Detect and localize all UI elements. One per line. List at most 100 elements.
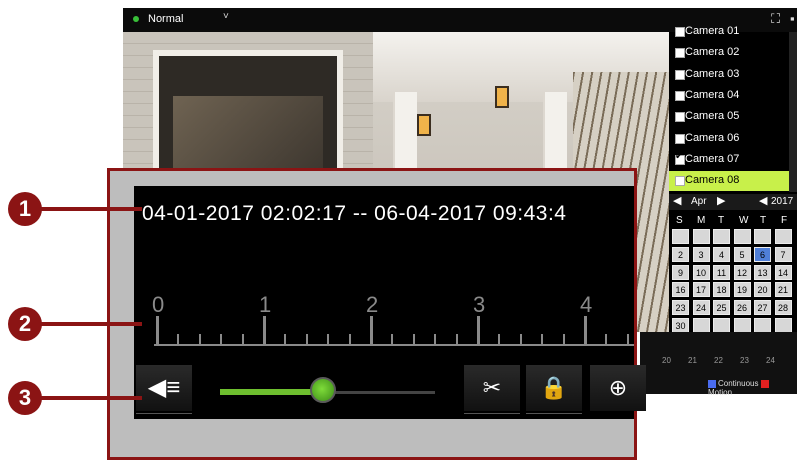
calendar-header: ◀ Apr ▶ ◀ 2017 — [669, 194, 797, 210]
calendar-day[interactable] — [692, 318, 710, 333]
porch-lantern — [495, 86, 509, 108]
camera-checkbox[interactable] — [675, 112, 685, 123]
ruler-major-tick — [156, 316, 159, 346]
camera-list-item[interactable]: Camera 05 — [669, 107, 789, 127]
camera-list-scrollbar[interactable] — [789, 32, 797, 192]
calendar-day[interactable]: 19 — [733, 282, 751, 298]
lock-file-icon[interactable]: 🔒 — [526, 365, 582, 411]
calendar-day[interactable]: 23 — [672, 300, 689, 316]
ruler-minor-tick — [626, 334, 629, 344]
calendar-day[interactable]: 21 — [774, 282, 792, 298]
camera-list-item[interactable]: Camera 04 — [669, 86, 789, 106]
calendar-day[interactable] — [733, 229, 751, 244]
add-tag-icon[interactable]: ⊕ — [590, 365, 646, 411]
legend-label: Motion — [708, 388, 733, 397]
camera-name: Camera 08 — [685, 174, 740, 187]
calendar-day[interactable]: 17 — [692, 282, 710, 298]
calendar-day[interactable] — [774, 318, 792, 333]
ruler-minor-tick — [241, 334, 244, 344]
calendar-day[interactable] — [692, 229, 710, 244]
camera-list-item[interactable]: Camera 01 — [669, 22, 789, 42]
calendar-day[interactable] — [754, 229, 771, 244]
ruler-tick-label: 1 — [259, 292, 272, 317]
calendar-day[interactable]: 7 — [774, 246, 792, 262]
ruler-minor-tick — [348, 334, 351, 344]
volume-slider-fill — [220, 389, 324, 395]
ruler-major-tick — [584, 316, 587, 346]
calendar-day[interactable]: 12 — [733, 264, 751, 280]
calendar-day[interactable]: 5 — [733, 246, 751, 262]
volume-slider-knob[interactable] — [310, 377, 337, 403]
camera-name: Camera 05 — [685, 110, 740, 123]
calendar-day[interactable]: 24 — [692, 300, 710, 316]
camera-name: Camera 03 — [685, 67, 740, 80]
camera-list-item[interactable]: Camera 06 — [669, 129, 789, 149]
camera-checkbox[interactable] — [675, 90, 685, 101]
weekday-label: T — [760, 215, 767, 226]
camera-checkbox[interactable] — [675, 176, 685, 187]
camera-list-item[interactable]: Camera 03 — [669, 65, 789, 85]
camera-checkbox[interactable] — [675, 133, 685, 144]
calendar-day[interactable]: 20 — [754, 282, 771, 298]
calendar-day[interactable]: 6 — [754, 246, 771, 262]
weekday-label: M — [697, 215, 706, 226]
calendar-day[interactable]: 18 — [713, 282, 730, 298]
calendar-day[interactable]: 14 — [774, 264, 792, 280]
camera-list-item[interactable]: Camera 08 — [669, 171, 789, 192]
checkmark-icon: ✔ — [675, 150, 684, 162]
calendar-day[interactable]: 10 — [692, 264, 710, 280]
calendar-day[interactable] — [713, 229, 730, 244]
calendar-day[interactable]: 2 — [672, 246, 689, 262]
ruler-minor-tick — [391, 334, 394, 344]
camera-list-item[interactable]: ✔ Camera 07 — [669, 150, 789, 170]
ruler-minor-tick — [455, 334, 458, 344]
legend-swatch — [761, 379, 770, 388]
prev-year-icon[interactable]: ◀ — [759, 194, 767, 207]
calendar-day[interactable] — [754, 318, 771, 333]
calendar-day[interactable]: 30 — [672, 318, 689, 333]
camera-checkbox[interactable] — [675, 48, 685, 59]
calendar-day[interactable] — [672, 229, 689, 244]
calendar-day[interactable] — [733, 318, 751, 333]
ruler-minor-tick — [434, 334, 437, 344]
volume-icon[interactable]: ◀≡ — [136, 365, 192, 411]
clip-scissors-icon[interactable]: ✂ — [464, 365, 520, 411]
ruler-minor-tick — [305, 334, 308, 344]
calendar-day[interactable]: 9 — [672, 264, 689, 280]
calendar-day[interactable] — [713, 318, 730, 333]
calendar-day[interactable]: 13 — [754, 264, 771, 280]
ruler-tick-label: 4 — [580, 292, 593, 317]
status-dot-icon — [133, 16, 139, 22]
calendar-day[interactable]: 27 — [754, 300, 771, 316]
camera-checkbox[interactable] — [675, 69, 685, 80]
calendar-day[interactable]: 3 — [692, 246, 710, 262]
calendar-day[interactable]: 25 — [713, 300, 730, 316]
timeline-zoom: 04-01-2017 02:02:17 -- 06-04-2017 09:43:… — [134, 186, 634, 351]
timeline-ruler[interactable] — [154, 344, 634, 346]
exit-icon[interactable]: ▪ — [790, 11, 795, 26]
ruler-minor-tick — [605, 334, 608, 344]
camera-checkbox[interactable] — [675, 27, 685, 37]
camera-name: Camera 01 — [685, 25, 740, 37]
camera-list-item[interactable]: Camera 02 — [669, 43, 789, 63]
ruler-minor-tick — [284, 334, 287, 344]
callout-badge-3: 3 — [8, 381, 42, 415]
calendar-day[interactable]: 11 — [713, 264, 730, 280]
next-month-icon[interactable]: ▶ — [717, 194, 725, 207]
mini-timeline-tick-label: 24 — [766, 356, 775, 365]
ruler-major-tick — [477, 316, 480, 346]
calendar-day[interactable]: 28 — [774, 300, 792, 316]
ruler-minor-tick — [327, 334, 330, 344]
porch-lantern — [417, 114, 431, 136]
playback-mode-select[interactable]: Normal — [148, 13, 183, 25]
screenshot: Normal ˅ ⛶ ▪ Camera 01 Camera 02 Camera 03… — [0, 0, 797, 460]
ruler-tick-label: 0 — [152, 292, 165, 317]
calendar-day[interactable] — [774, 229, 792, 244]
chevron-down-icon[interactable]: ˅ — [223, 11, 229, 22]
button-underline — [136, 413, 192, 414]
legend-swatch — [708, 379, 716, 388]
calendar-day[interactable]: 26 — [733, 300, 751, 316]
prev-month-icon[interactable]: ◀ — [673, 194, 681, 207]
calendar-day[interactable]: 16 — [672, 282, 689, 298]
calendar-day[interactable]: 4 — [713, 246, 730, 262]
